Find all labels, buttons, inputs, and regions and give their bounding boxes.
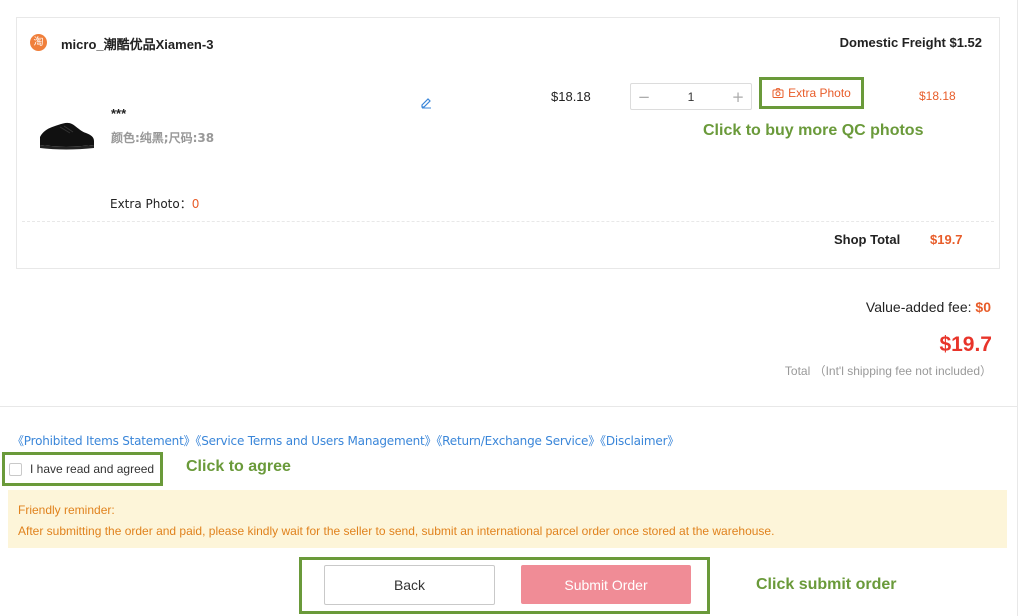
extra-photo-button-label: Extra Photo — [788, 86, 851, 100]
section-divider — [0, 406, 1018, 407]
value-added-fee: Value-added fee: $0 — [866, 299, 991, 315]
annotation-submit-hint: Click submit order — [756, 576, 897, 593]
link-service-terms[interactable]: 《Service Terms and Users Management》 — [195, 434, 436, 448]
item-title: *** — [111, 106, 127, 121]
link-return-exchange[interactable]: 《Return/Exchange Service》 — [436, 434, 600, 448]
edit-icon[interactable] — [419, 95, 433, 109]
line-price: $18.18 — [919, 89, 956, 103]
value-added-fee-label: Value-added fee: — [865, 299, 976, 315]
camera-icon — [772, 88, 784, 98]
reminder-body: After submitting the order and paid, ple… — [18, 524, 775, 538]
item-spec: 颜色:纯黑;尺码:38 — [111, 131, 215, 145]
grand-total: $19.7 — [939, 333, 992, 356]
link-prohibited-items[interactable]: 《Prohibited Items Statement》 — [12, 434, 196, 448]
agree-checkbox[interactable] — [9, 462, 22, 476]
agreement-highlight: I have read and agreed — [2, 452, 163, 486]
submit-order-button[interactable]: Submit Order — [521, 565, 691, 604]
extra-photo-count-value: 0 — [191, 197, 200, 211]
shop-total-value: $19.7 — [930, 232, 963, 247]
value-added-fee-value: $0 — [975, 299, 991, 315]
unit-price: $18.18 — [551, 89, 591, 104]
annotation-qc-hint: Click to buy more QC photos — [703, 122, 924, 139]
reminder-title: Friendly reminder: — [18, 503, 115, 517]
taobao-shop-icon: 淘 — [30, 34, 47, 51]
extra-photo-count: Extra Photo：0 — [110, 195, 199, 212]
extra-photo-count-label: Extra Photo： — [110, 197, 192, 211]
total-note: Total （Int'l shipping fee not included） — [784, 364, 992, 378]
policy-links: 《Prohibited Items Statement》《Service Ter… — [12, 432, 679, 449]
shop-name: micro_潮酷优品Xiamen-3 — [61, 37, 214, 52]
back-button[interactable]: Back — [324, 565, 495, 605]
domestic-freight: Domestic Freight $1.52 — [839, 35, 982, 50]
quantity-stepper: − 1 + — [630, 83, 752, 110]
shop-total-label: Shop Total — [834, 232, 901, 247]
increase-quantity-button[interactable]: + — [731, 88, 745, 106]
quantity-value[interactable]: 1 — [688, 90, 695, 104]
divider — [22, 221, 994, 222]
decrease-quantity-button[interactable]: − — [637, 88, 651, 106]
product-image[interactable] — [36, 115, 96, 153]
agree-label[interactable]: I have read and agreed — [30, 462, 154, 476]
panel-edge — [1017, 0, 1018, 616]
annotation-agree-hint: Click to agree — [186, 458, 291, 475]
friendly-reminder: Friendly reminder: After submitting the … — [8, 490, 1007, 548]
link-disclaimer[interactable]: 《Disclaimer》 — [600, 434, 679, 448]
extra-photo-button[interactable]: Extra Photo — [759, 77, 864, 109]
